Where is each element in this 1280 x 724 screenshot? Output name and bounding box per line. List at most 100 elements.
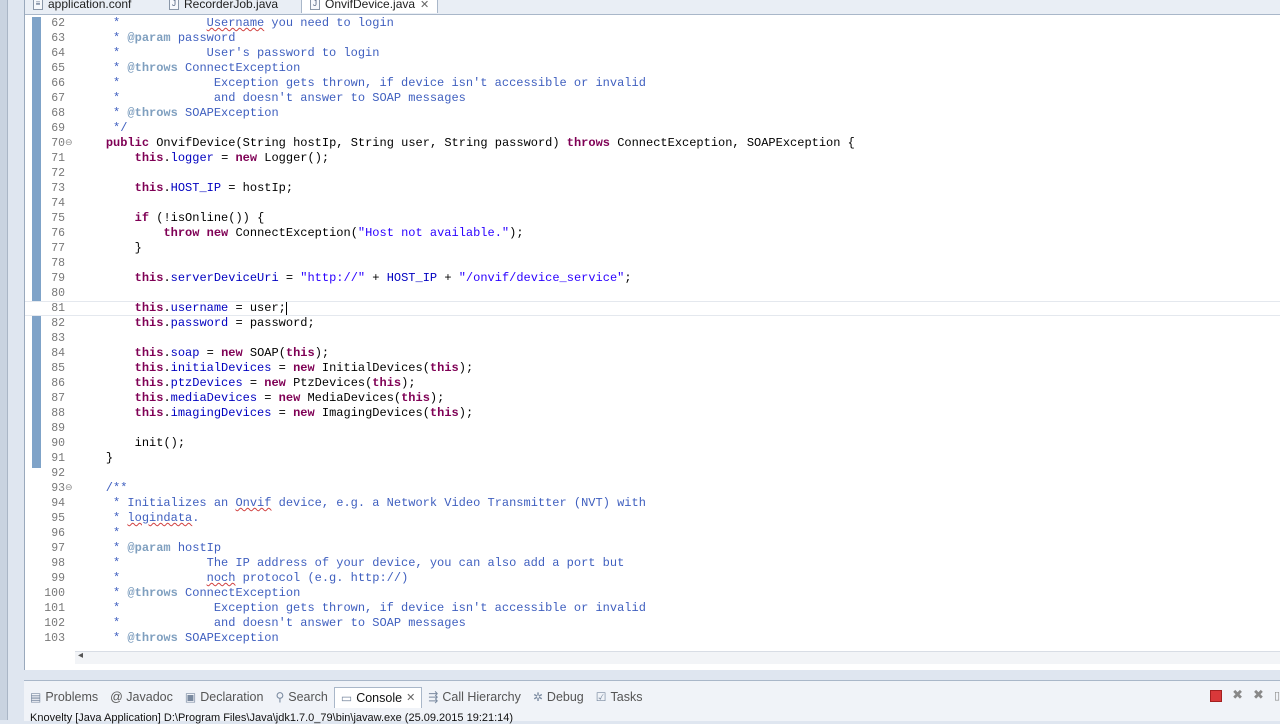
code-text: this.imagingDevices = new ImagingDevices…: [134, 406, 474, 420]
code-line[interactable]: 96 *: [25, 526, 1280, 541]
code-line[interactable]: 68 * @throws SOAPException: [25, 106, 1280, 121]
tab-label: application.conf: [48, 0, 132, 11]
code-line[interactable]: 64 * User's password to login: [25, 46, 1280, 61]
view-tab-debug[interactable]: ✲ Debug: [527, 687, 590, 707]
code-line[interactable]: 79 this.serverDeviceUri = "http://" + HO…: [25, 271, 1280, 286]
code-line[interactable]: 63 * @param password: [25, 31, 1280, 46]
line-number: 88: [51, 407, 65, 420]
view-tab-javadoc[interactable]: @ Javadoc: [104, 687, 179, 707]
editor-area[interactable]: ≡ application.conf J RecorderJob.java J …: [24, 0, 1280, 670]
code-line[interactable]: 83: [25, 331, 1280, 346]
code-line[interactable]: 87 this.mediaDevices = new MediaDevices(…: [25, 391, 1280, 406]
code-line[interactable]: 85 this.initialDevices = new InitialDevi…: [25, 361, 1280, 376]
code-line[interactable]: 89: [25, 421, 1280, 436]
code-line[interactable]: 88 this.imagingDevices = new ImagingDevi…: [25, 406, 1280, 421]
view-tab-tasks[interactable]: ☑ Tasks: [590, 687, 649, 707]
scroll-left-icon[interactable]: ◂: [78, 650, 83, 661]
code-text: * logindata.: [77, 511, 200, 525]
code-text: * @throws ConnectException: [77, 586, 301, 600]
tab-label: OnvifDevice.java: [325, 0, 416, 11]
view-tab-problems[interactable]: ▤ Problems: [24, 687, 104, 707]
code-line[interactable]: 73 this.HOST_IP = hostIp;: [25, 181, 1280, 196]
line-number: 93: [51, 482, 65, 495]
code-line[interactable]: 65 * @throws ConnectException: [25, 61, 1280, 76]
view-tab-label: Debug: [546, 690, 584, 704]
code-line[interactable]: 102 * and doesn't answer to SOAP message…: [25, 616, 1280, 631]
line-number: 103: [44, 632, 65, 645]
line-number: 62: [51, 17, 65, 30]
line-number: 63: [51, 32, 65, 45]
code-line[interactable]: 97 * @param hostIp: [25, 541, 1280, 556]
code-line[interactable]: 103 * @throws SOAPException: [25, 631, 1280, 646]
console-menu-icon[interactable]: ▯: [1274, 689, 1280, 702]
line-number: 100: [44, 587, 65, 600]
fold-toggle-icon[interactable]: ⊖: [65, 481, 73, 496]
code-line[interactable]: 91 }: [25, 451, 1280, 466]
remove-launch-icon[interactable]: ✖: [1232, 688, 1243, 703]
code-line[interactable]: 71 this.logger = new Logger();: [25, 151, 1280, 166]
code-text: *: [77, 526, 121, 540]
code-text: * and doesn't answer to SOAP messages: [77, 616, 466, 630]
code-line[interactable]: 90 init();: [25, 436, 1280, 451]
code-line[interactable]: 62 * Username you need to login: [25, 16, 1280, 31]
code-line[interactable]: 82 this.password = password;: [25, 316, 1280, 331]
terminate-icon[interactable]: [1210, 689, 1223, 702]
code-line[interactable]: 70 ⊖ public OnvifDevice(String hostIp, St…: [25, 136, 1280, 151]
code-text: this.username = user;: [134, 301, 287, 315]
fold-toggle-icon[interactable]: ⊖: [65, 136, 73, 151]
code-text: * @param hostIp: [77, 541, 222, 555]
code-text: * The IP address of your device, you can…: [77, 556, 625, 570]
code-line[interactable]: 92: [25, 466, 1280, 481]
code-line[interactable]: 98 * The IP address of your device, you …: [25, 556, 1280, 571]
code-line[interactable]: 86 this.ptzDevices = new PtzDevices(this…: [25, 376, 1280, 391]
view-tab-call-hierarchy[interactable]: ⇶ Call Hierarchy: [422, 687, 527, 707]
code-text: public OnvifDevice(String hostIp, String…: [105, 136, 855, 150]
view-tab-console[interactable]: ▭ Console ✕: [333, 686, 423, 708]
code-line[interactable]: 94 * Initializes an Onvif device, e.g. a…: [25, 496, 1280, 511]
code-line[interactable]: 78: [25, 256, 1280, 271]
code-line[interactable]: 66 * Exception gets thrown, if device is…: [25, 76, 1280, 91]
tab-onvifdevice-java[interactable]: J OnvifDevice.java ✕: [301, 0, 439, 13]
code-line[interactable]: 77 }: [25, 241, 1280, 256]
code-line[interactable]: 69 */: [25, 121, 1280, 136]
code-line[interactable]: 76 throw new ConnectException("Host not …: [25, 226, 1280, 241]
code-text: /**: [77, 481, 128, 495]
horizontal-scrollbar[interactable]: ◂: [75, 650, 1280, 664]
remove-all-launches-icon[interactable]: ✖: [1253, 688, 1264, 703]
view-tab-search[interactable]: ⚲ Search: [269, 687, 333, 707]
code-text: * @throws SOAPException: [77, 631, 279, 645]
code-line[interactable]: 99 * noch protocol (e.g. http://): [25, 571, 1280, 586]
close-tab-icon[interactable]: ✕: [420, 0, 429, 11]
code-line[interactable]: 72: [25, 166, 1280, 181]
code-line[interactable]: 101 * Exception gets thrown, if device i…: [25, 601, 1280, 616]
code-editor[interactable]: 62 * Username you need to login 63 * @par…: [25, 16, 1280, 650]
tab-recorderjob-java[interactable]: J RecorderJob.java: [161, 0, 286, 13]
code-text: * User's password to login: [77, 46, 380, 60]
code-text: * Exception gets thrown, if device isn't…: [77, 601, 646, 615]
code-text: * Username you need to login: [77, 16, 394, 30]
code-line[interactable]: 81 this.username = user;: [25, 301, 1280, 316]
tab-application-conf[interactable]: ≡ application.conf: [25, 0, 139, 13]
code-line[interactable]: 93 ⊖ /**: [25, 481, 1280, 496]
view-tab-declaration[interactable]: ▣ Declaration: [179, 687, 270, 707]
code-line[interactable]: 84 this.soap = new SOAP(this);: [25, 346, 1280, 361]
code-line[interactable]: 95 * logindata.: [25, 511, 1280, 526]
close-view-icon[interactable]: ✕: [406, 691, 415, 704]
code-text: init();: [134, 436, 186, 450]
line-number: 94: [51, 497, 65, 510]
line-number: 101: [44, 602, 65, 615]
line-number: 65: [51, 62, 65, 75]
code-text: }: [134, 241, 142, 255]
sash[interactable]: [24, 670, 1280, 680]
file-icon: ≡: [33, 0, 43, 10]
bottom-panel: ▤ Problems @ Javadoc ▣ Declaration ⚲ Search ▭ Co…: [24, 680, 1280, 724]
code-line[interactable]: 75 if (!isOnline()) {: [25, 211, 1280, 226]
code-line[interactable]: 74: [25, 196, 1280, 211]
line-number: 77: [51, 242, 65, 255]
code-line[interactable]: 67 * and doesn't answer to SOAP messages: [25, 91, 1280, 106]
code-line[interactable]: 100 * @throws ConnectException: [25, 586, 1280, 601]
tasks-icon: ☑: [595, 690, 607, 704]
code-line[interactable]: 80: [25, 286, 1280, 301]
tab-label: RecorderJob.java: [184, 0, 279, 11]
line-number: 78: [51, 257, 65, 270]
